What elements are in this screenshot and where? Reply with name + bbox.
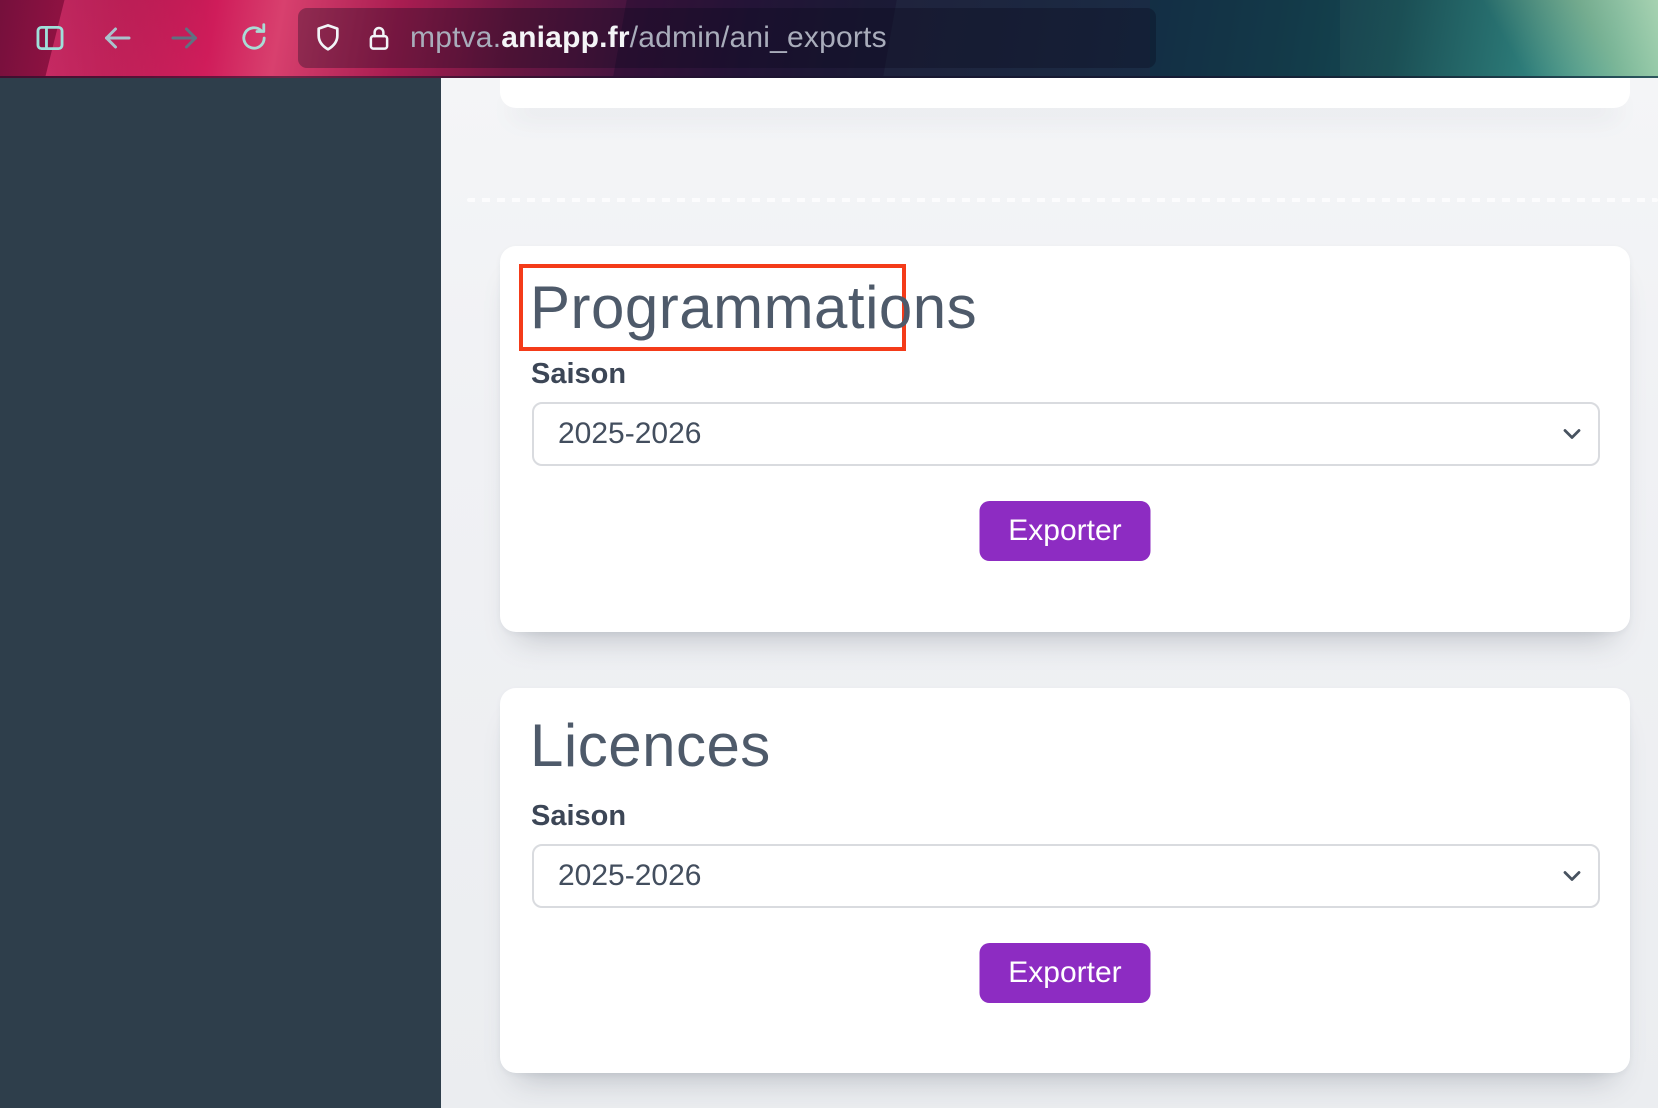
shield-icon[interactable] (312, 22, 344, 54)
saison-select-licences[interactable]: 2025-2026 (532, 844, 1600, 908)
back-icon[interactable] (99, 20, 135, 56)
saison-label: Saison (531, 800, 627, 832)
saison-select-value: 2025-2026 (558, 417, 702, 450)
dashed-divider (467, 198, 1658, 202)
forward-icon[interactable] (167, 20, 203, 56)
browser-toolbar: mptva. aniapp.fr/admin/ani_exports (0, 0, 1658, 78)
toolbar-art-teal (1150, 0, 1340, 76)
main-content: Programmations Saison 2025-2026 Exporter… (441, 76, 1658, 1108)
chevron-down-icon (1558, 862, 1586, 890)
exporter-button-licences[interactable]: Exporter (979, 943, 1151, 1003)
saison-select-value: 2025-2026 (558, 859, 702, 892)
exporter-button-programmations[interactable]: Exporter (979, 501, 1151, 561)
lock-icon[interactable] (364, 23, 394, 53)
url-text[interactable]: mptva. aniapp.fr/admin/ani_exports (410, 0, 887, 76)
card-title-licences: Licences (530, 712, 771, 779)
url-subdomain: mptva. (410, 21, 502, 54)
card-programmations: Programmations Saison 2025-2026 Exporter (500, 246, 1630, 632)
card-title-programmations: Programmations (530, 274, 978, 341)
chevron-down-icon (1558, 420, 1586, 448)
saison-select-programmations[interactable]: 2025-2026 (532, 402, 1600, 466)
card-licences: Licences Saison 2025-2026 Exporter (500, 688, 1630, 1073)
red-annotation-box: Programmations (519, 264, 977, 351)
sidebar-toggle-icon[interactable] (33, 21, 67, 55)
url-path: /admin/ani_exports (629, 21, 887, 54)
sidebar (0, 76, 441, 1108)
reload-icon[interactable] (237, 21, 271, 55)
saison-label: Saison (531, 358, 627, 390)
url-domain: aniapp.fr (501, 21, 630, 54)
browser-window: mptva. aniapp.fr/admin/ani_exports Progra… (0, 0, 1658, 1108)
previous-card-partial (500, 76, 1630, 108)
toolbar-art-highlight (1418, 0, 1658, 76)
